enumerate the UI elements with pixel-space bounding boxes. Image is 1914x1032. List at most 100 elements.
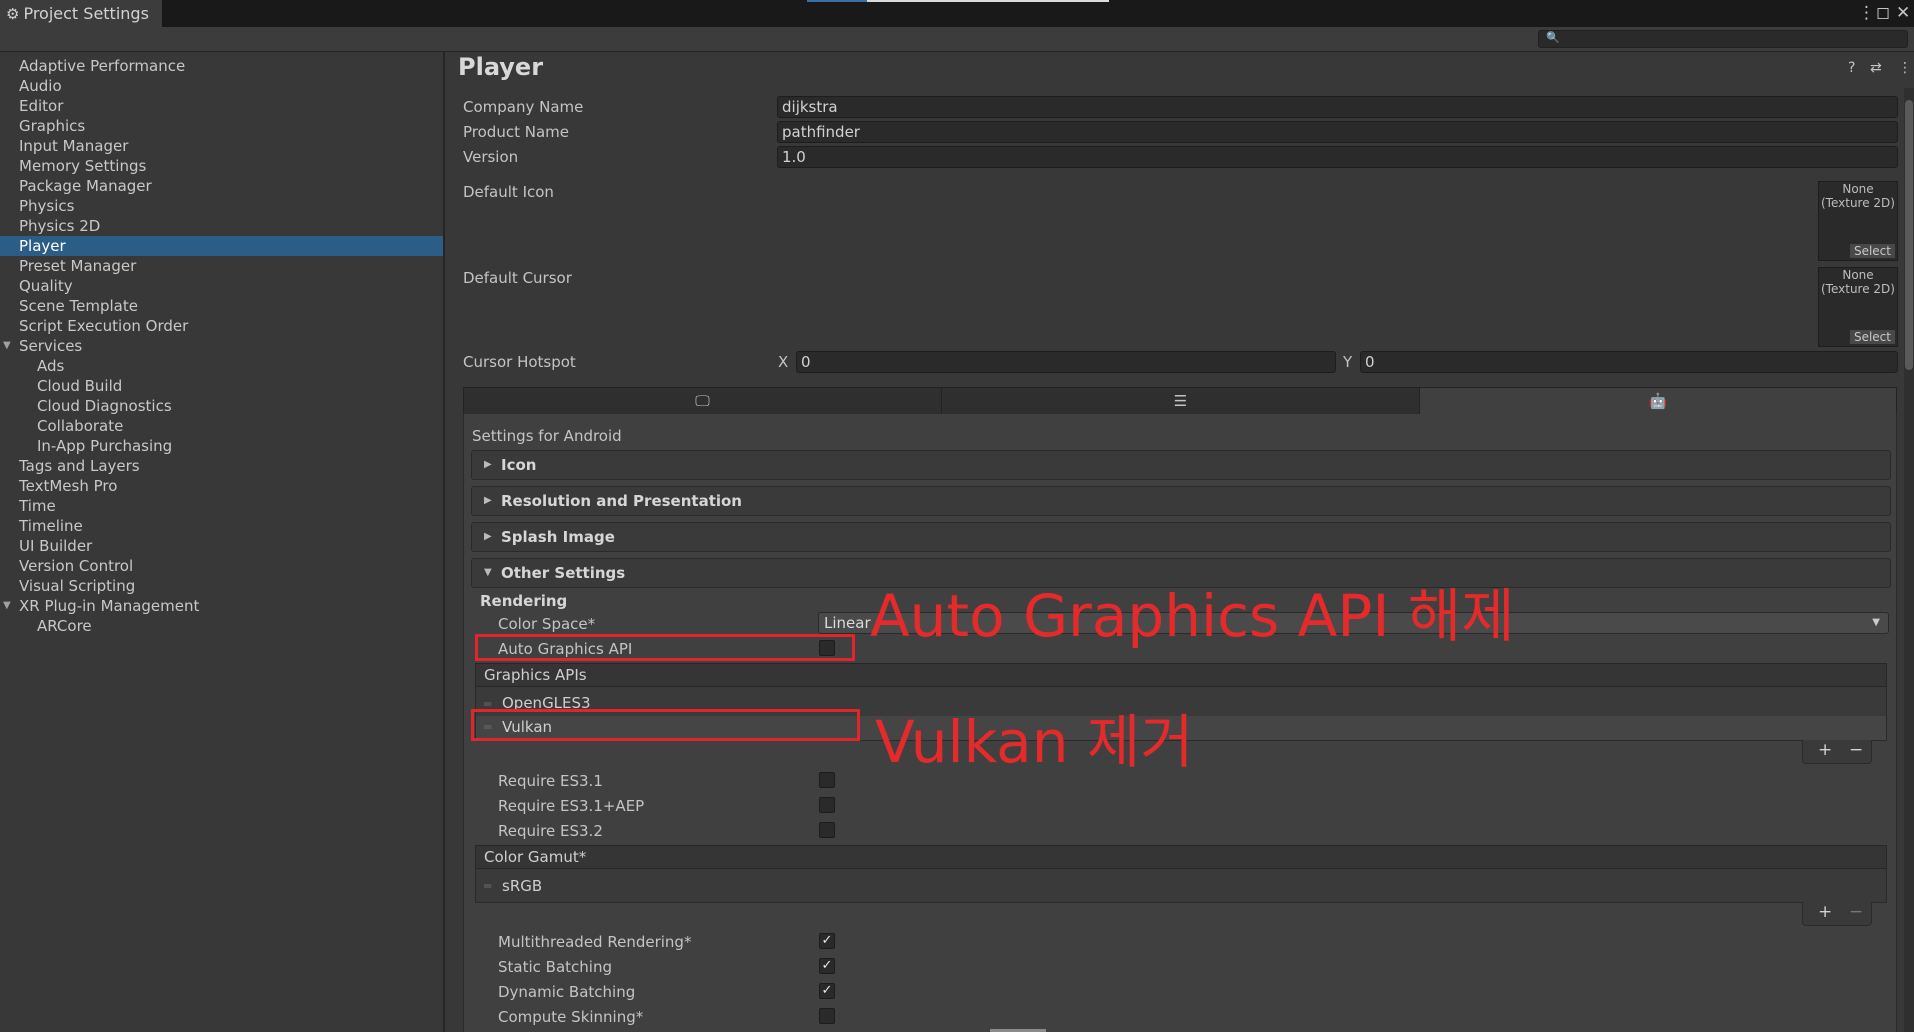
collapsed-arrow-icon: ▶ bbox=[484, 531, 492, 542]
help-icon[interactable]: ? bbox=[1848, 60, 1855, 76]
annotation-box-auto-graphics bbox=[475, 634, 855, 661]
color-space-label: Color Space* bbox=[498, 615, 596, 633]
sidebar-item-in-app-purchasing[interactable]: In-App Purchasing bbox=[0, 436, 443, 456]
compute-skinning-label: Compute Skinning* bbox=[498, 1008, 644, 1026]
multithreaded-rendering-checkbox[interactable]: ✓ bbox=[819, 933, 835, 949]
tab-webgl[interactable]: ☰ bbox=[942, 388, 1420, 414]
hotspot-x-label: X bbox=[778, 353, 789, 371]
section-splash-image[interactable]: ▶ Splash Image bbox=[471, 522, 1891, 552]
product-name-label: Product Name bbox=[463, 123, 569, 141]
expand-triangle-icon[interactable]: ▼ bbox=[3, 596, 11, 616]
sidebar-item-preset-manager[interactable]: Preset Manager bbox=[0, 256, 443, 276]
monitor-icon: 🖵 bbox=[695, 392, 710, 410]
require-es31-aep-label: Require ES3.1+AEP bbox=[498, 797, 645, 815]
sidebar-item-ui-builder[interactable]: UI Builder bbox=[0, 536, 443, 556]
require-es32-checkbox[interactable] bbox=[819, 822, 835, 838]
collapsed-arrow-icon: ▶ bbox=[484, 495, 492, 506]
color-space-value: Linear bbox=[824, 614, 871, 632]
texture-none-text: None bbox=[1842, 268, 1874, 282]
product-name-field[interactable]: pathfinder bbox=[777, 121, 1898, 143]
add-button[interactable]: + bbox=[1818, 902, 1832, 922]
sidebar-item-timeline[interactable]: Timeline bbox=[0, 516, 443, 536]
sidebar-item-collaborate[interactable]: Collaborate bbox=[0, 416, 443, 436]
color-gamut-srgb[interactable]: sRGB bbox=[502, 877, 542, 895]
sidebar-item-version-control[interactable]: Version Control bbox=[0, 556, 443, 576]
sidebar-item-input-manager[interactable]: Input Manager bbox=[0, 136, 443, 156]
sidebar-item-services[interactable]: ▼ Services bbox=[0, 336, 443, 356]
expanded-arrow-icon: ▼ bbox=[484, 567, 492, 578]
tab-standalone[interactable]: 🖵 bbox=[464, 388, 942, 414]
graphics-apis-add-remove: + − bbox=[1802, 740, 1872, 764]
webgl-icon: ☰ bbox=[1173, 392, 1188, 410]
color-gamut-header: Color Gamut* bbox=[475, 845, 1887, 869]
texture-none-text: None bbox=[1842, 182, 1874, 196]
sidebar-item-tags-and-layers[interactable]: Tags and Layers bbox=[0, 456, 443, 476]
sidebar-item-arcore[interactable]: ARCore bbox=[0, 616, 443, 636]
search-input[interactable]: 🔍 bbox=[1538, 30, 1908, 48]
sidebar-item-audio[interactable]: Audio bbox=[0, 76, 443, 96]
version-field[interactable]: 1.0 bbox=[777, 146, 1898, 168]
hotspot-y-field[interactable]: 0 bbox=[1360, 351, 1898, 373]
sidebar-item-package-manager[interactable]: Package Manager bbox=[0, 176, 443, 196]
sidebar-item-editor[interactable]: Editor bbox=[0, 96, 443, 116]
default-icon-slot[interactable]: None (Texture 2D) Select bbox=[1818, 181, 1898, 261]
sidebar-item-memory-settings[interactable]: Memory Settings bbox=[0, 156, 443, 176]
sidebar-item-script-execution-order[interactable]: Script Execution Order bbox=[0, 316, 443, 336]
sidebar-item-quality[interactable]: Quality bbox=[0, 276, 443, 296]
select-button[interactable]: Select bbox=[1849, 244, 1895, 258]
sidebar-item-scene-template[interactable]: Scene Template bbox=[0, 296, 443, 316]
default-cursor-slot[interactable]: None (Texture 2D) Select bbox=[1818, 267, 1898, 347]
sidebar-item-xr-plugin-management[interactable]: ▼ XR Plug-in Management bbox=[0, 596, 443, 616]
sidebar-item-ads[interactable]: Ads bbox=[0, 356, 443, 376]
add-button[interactable]: + bbox=[1818, 740, 1832, 760]
static-batching-checkbox[interactable]: ✓ bbox=[819, 958, 835, 974]
sidebar-item-time[interactable]: Time bbox=[0, 496, 443, 516]
cursor-hotspot-label: Cursor Hotspot bbox=[463, 353, 576, 371]
annotation-auto-graphics: Auto Graphics API 해제 bbox=[870, 582, 1515, 650]
dynamic-batching-label: Dynamic Batching bbox=[498, 983, 636, 1001]
preset-icon[interactable]: ⇄ bbox=[1870, 60, 1882, 76]
texture-type-text: (Texture 2D) bbox=[1821, 196, 1895, 210]
require-es31-checkbox[interactable] bbox=[819, 772, 835, 788]
progress-bar bbox=[867, 0, 1109, 2]
expand-triangle-icon[interactable]: ▼ bbox=[3, 336, 11, 356]
sidebar-item-graphics[interactable]: Graphics bbox=[0, 116, 443, 136]
default-icon-label: Default Icon bbox=[463, 183, 554, 201]
close-icon[interactable]: ✕ bbox=[1896, 3, 1910, 23]
company-name-label: Company Name bbox=[463, 98, 584, 116]
select-button[interactable]: Select bbox=[1849, 330, 1895, 344]
scrollbar-thumb[interactable] bbox=[1905, 100, 1913, 370]
hotspot-x-field[interactable]: 0 bbox=[796, 351, 1336, 373]
compute-skinning-checkbox[interactable] bbox=[819, 1008, 835, 1024]
search-icon: 🔍 bbox=[1546, 31, 1560, 44]
sidebar: Adaptive Performance Audio Editor Graphi… bbox=[0, 52, 445, 1032]
section-icon[interactable]: ▶ Icon bbox=[471, 450, 1891, 480]
more-menu-icon[interactable]: ⋮ bbox=[1898, 60, 1912, 76]
sidebar-item-textmesh-pro[interactable]: TextMesh Pro bbox=[0, 476, 443, 496]
sidebar-item-physics-2d[interactable]: Physics 2D bbox=[0, 216, 443, 236]
sidebar-item-adaptive-performance[interactable]: Adaptive Performance bbox=[0, 56, 443, 76]
sidebar-item-visual-scripting[interactable]: Visual Scripting bbox=[0, 576, 443, 596]
remove-button[interactable]: − bbox=[1849, 740, 1863, 760]
dynamic-batching-checkbox[interactable]: ✓ bbox=[819, 983, 835, 999]
section-resolution-and-presentation[interactable]: ▶ Resolution and Presentation bbox=[471, 486, 1891, 516]
maximize-icon[interactable]: ◻ bbox=[1876, 3, 1890, 23]
sidebar-item-cloud-build[interactable]: Cloud Build bbox=[0, 376, 443, 396]
title-bar bbox=[0, 0, 1914, 27]
sidebar-item-physics[interactable]: Physics bbox=[0, 196, 443, 216]
multithreaded-rendering-label: Multithreaded Rendering* bbox=[498, 933, 692, 951]
tab-android[interactable]: 🤖 bbox=[1420, 388, 1896, 414]
company-name-field[interactable]: dijkstra bbox=[777, 96, 1898, 118]
android-icon: 🤖 bbox=[1648, 392, 1668, 410]
color-gamut-add-remove: + − bbox=[1802, 902, 1872, 926]
window-tab[interactable]: ⚙ Project Settings bbox=[0, 0, 162, 27]
require-es31-aep-checkbox[interactable] bbox=[819, 797, 835, 813]
collapsed-arrow-icon: ▶ bbox=[484, 459, 492, 470]
kebab-menu-icon[interactable]: ⋮ bbox=[1858, 3, 1875, 23]
sidebar-item-player[interactable]: Player bbox=[0, 236, 443, 256]
sidebar-item-cloud-diagnostics[interactable]: Cloud Diagnostics bbox=[0, 396, 443, 416]
remove-button[interactable]: − bbox=[1849, 902, 1863, 922]
drag-handle-icon[interactable]: ═ bbox=[484, 879, 491, 893]
rendering-header: Rendering bbox=[480, 592, 568, 610]
gear-icon: ⚙ bbox=[6, 4, 20, 23]
